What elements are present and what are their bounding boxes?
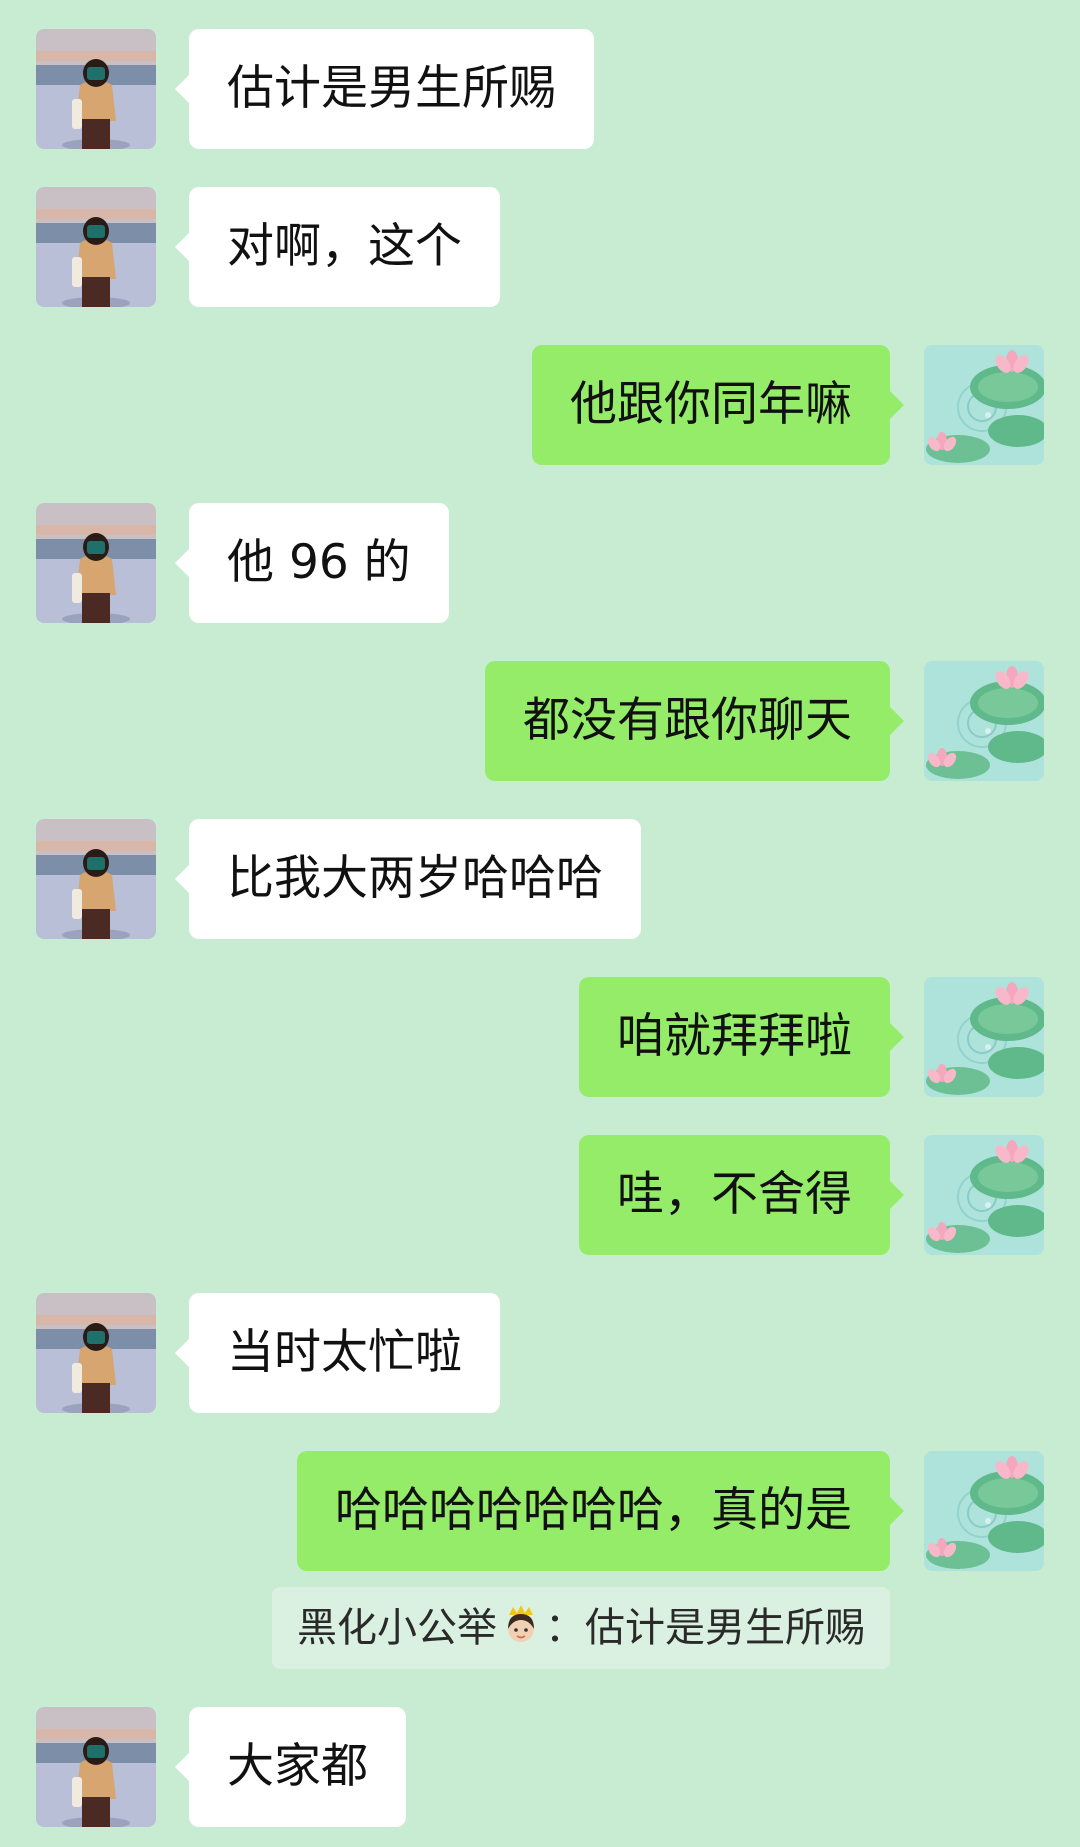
self-avatar[interactable] — [924, 1135, 1044, 1255]
girl-photo-avatar-icon — [36, 187, 156, 307]
contact-avatar[interactable] — [36, 1707, 156, 1827]
contact-avatar[interactable] — [36, 187, 156, 307]
message-bubble-outgoing[interactable]: 他跟你同年嘛 — [532, 345, 904, 465]
message-bubble-incoming[interactable]: 对啊，这个 — [175, 187, 500, 307]
self-avatar[interactable] — [924, 977, 1044, 1097]
message-row-incoming: 比我大两岁哈哈哈 — [0, 819, 1080, 939]
message-row-incoming: 大家都 — [0, 1707, 1080, 1827]
message-bubble-outgoing[interactable]: 都没有跟你聊天 — [485, 661, 904, 781]
message-row-outgoing: 都没有跟你聊天 — [0, 661, 1080, 781]
lotus-pond-avatar-icon — [924, 977, 1044, 1097]
message-bubble-outgoing[interactable]: 哇，不舍得 — [579, 1135, 904, 1255]
self-avatar[interactable] — [924, 1451, 1044, 1571]
contact-avatar[interactable] — [36, 29, 156, 149]
message-row-outgoing: 哈哈哈哈哈哈哈，真的是 — [0, 1451, 1080, 1571]
quote-separator: ： — [545, 1605, 585, 1651]
message-bubble-outgoing[interactable]: 咱就拜拜啦 — [579, 977, 904, 1097]
message-bubble-incoming[interactable]: 大家都 — [175, 1707, 406, 1827]
quote-sender: 黑化小公举 — [297, 1605, 497, 1651]
girl-photo-avatar-icon — [36, 503, 156, 623]
quote-text: 估计是男生所赐 — [585, 1605, 865, 1651]
message-bubble-incoming[interactable]: 他 96 的 — [175, 503, 449, 623]
contact-avatar[interactable] — [36, 503, 156, 623]
message-row-incoming: 当时太忙啦 — [0, 1293, 1080, 1413]
princess-emoji-icon — [508, 1605, 534, 1642]
self-avatar[interactable] — [924, 345, 1044, 465]
girl-photo-avatar-icon — [36, 29, 156, 149]
message-bubble-incoming[interactable]: 估计是男生所赐 — [175, 29, 594, 149]
message-row-outgoing: 哇，不舍得 — [0, 1135, 1080, 1255]
message-row-incoming: 他 96 的 — [0, 503, 1080, 623]
quoted-message[interactable]: 黑化小公举 ：估计是男生所赐 — [272, 1587, 890, 1669]
message-row-incoming: 估计是男生所赐 — [0, 29, 1080, 149]
lotus-pond-avatar-icon — [924, 1451, 1044, 1571]
contact-avatar[interactable] — [36, 1293, 156, 1413]
message-row-outgoing: 咱就拜拜啦 — [0, 977, 1080, 1097]
lotus-pond-avatar-icon — [924, 661, 1044, 781]
girl-photo-avatar-icon — [36, 819, 156, 939]
lotus-pond-avatar-icon — [924, 345, 1044, 465]
contact-avatar[interactable] — [36, 819, 156, 939]
message-row-incoming: 对啊，这个 — [0, 187, 1080, 307]
message-bubble-incoming[interactable]: 比我大两岁哈哈哈 — [175, 819, 641, 939]
message-bubble-incoming[interactable]: 当时太忙啦 — [175, 1293, 500, 1413]
self-avatar[interactable] — [924, 661, 1044, 781]
message-row-outgoing: 他跟你同年嘛 — [0, 345, 1080, 465]
message-bubble-outgoing[interactable]: 哈哈哈哈哈哈哈，真的是 — [297, 1451, 904, 1571]
girl-photo-avatar-icon — [36, 1293, 156, 1413]
lotus-pond-avatar-icon — [924, 1135, 1044, 1255]
girl-photo-avatar-icon — [36, 1707, 156, 1827]
